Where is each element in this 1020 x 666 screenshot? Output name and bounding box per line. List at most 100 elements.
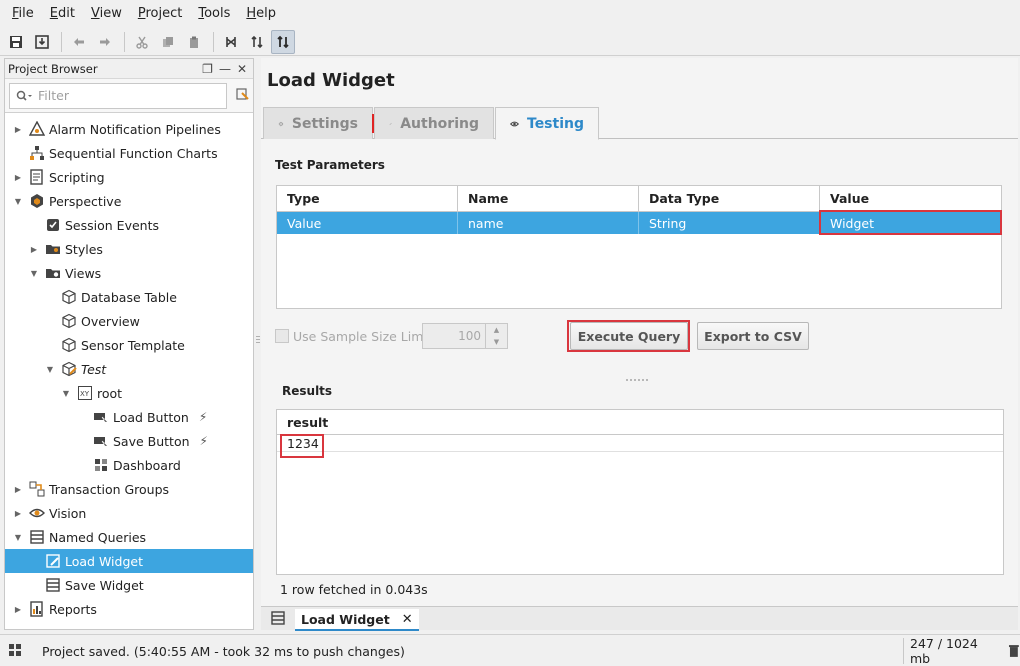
- menu-project[interactable]: Project: [130, 3, 191, 25]
- cut-icon: [136, 36, 148, 49]
- tree-item[interactable]: Save Button ⚡: [5, 429, 253, 453]
- results-row[interactable]: 1234: [277, 435, 1003, 452]
- pencil-icon: [389, 122, 392, 125]
- column-header-data-type[interactable]: Data Type: [639, 186, 820, 211]
- perspective-icon: [29, 193, 45, 209]
- tree-item[interactable]: ▼ Test: [5, 357, 253, 381]
- spinner-down-icon[interactable]: ▼: [494, 338, 499, 346]
- tree-item[interactable]: ▶ Transaction Groups: [5, 477, 253, 501]
- collapse-arrow-icon[interactable]: ▼: [13, 532, 23, 542]
- menu-view[interactable]: View: [83, 3, 130, 25]
- save-icon: [10, 35, 22, 48]
- scripting-icon: [29, 169, 45, 185]
- minimize-icon[interactable]: —: [219, 62, 231, 76]
- save-all-icon: [35, 34, 49, 49]
- tree-item[interactable]: ▶ Alarm Notification Pipelines: [5, 117, 253, 141]
- restore-icon[interactable]: ❐: [202, 62, 213, 76]
- tree-item[interactable]: Session Events: [5, 213, 253, 237]
- cell-data-type[interactable]: String: [639, 212, 820, 234]
- sample-size-spinner[interactable]: 100 ▲ ▼: [422, 323, 508, 349]
- tab-testing[interactable]: Testing: [495, 107, 599, 140]
- cell-name[interactable]: name: [458, 212, 639, 234]
- results-column-header[interactable]: result: [277, 410, 1003, 435]
- filter-input[interactable]: Filter: [9, 82, 227, 109]
- paste-button[interactable]: [182, 30, 206, 54]
- spinner-up-icon[interactable]: ▲: [494, 326, 499, 334]
- tree-item[interactable]: Load Button ⚡: [5, 405, 253, 429]
- grip-icon: [626, 379, 648, 381]
- fetched-status: 1 row fetched in 0.043s: [280, 582, 428, 597]
- tree-item[interactable]: Dashboard: [5, 453, 253, 477]
- named-query-tab-icon: [270, 610, 286, 629]
- grid-menu-button[interactable]: [8, 643, 22, 660]
- paste-icon: [190, 36, 198, 48]
- tree-item-label: Load Button: [113, 409, 189, 425]
- close-icon[interactable]: ✕: [237, 62, 247, 76]
- export-csv-button[interactable]: Export to CSV: [697, 322, 809, 350]
- tree-item[interactable]: ▶ Reports: [5, 597, 253, 621]
- collapse-arrow-icon[interactable]: ▼: [13, 196, 23, 206]
- tree-item-label: Styles: [65, 241, 103, 257]
- column-header-type[interactable]: Type: [277, 186, 458, 211]
- test-parameters-label: Test Parameters: [275, 158, 385, 172]
- menu-help[interactable]: Help: [238, 3, 284, 25]
- tree-item[interactable]: Save Widget: [5, 573, 253, 597]
- tab-authoring[interactable]: Authoring: [374, 107, 494, 139]
- close-tab-icon[interactable]: ✕: [402, 612, 413, 627]
- expand-arrow-icon[interactable]: ▶: [13, 604, 23, 614]
- tree-item[interactable]: ▼ XY root: [5, 381, 253, 405]
- cell-type[interactable]: Value: [277, 212, 458, 234]
- split-grip[interactable]: [626, 371, 650, 381]
- collapse-arrow-icon[interactable]: ▼: [61, 388, 71, 398]
- session-events-icon: [45, 217, 61, 233]
- locate-icon: [236, 88, 249, 100]
- tree-item[interactable]: ▶ Scripting: [5, 165, 253, 189]
- tree-item-label: Perspective: [49, 193, 122, 209]
- view-cube-icon: [61, 337, 77, 353]
- save-button[interactable]: [4, 30, 28, 54]
- save-all-button[interactable]: [30, 30, 54, 54]
- locate-button[interactable]: [235, 87, 249, 104]
- menu-file[interactable]: File: [4, 3, 42, 25]
- undo-button[interactable]: [67, 30, 91, 54]
- view-cube-icon: [61, 289, 77, 305]
- tree-item-label: Reports: [49, 601, 97, 617]
- button-component-icon: [93, 433, 109, 449]
- menu-edit[interactable]: Edit: [42, 3, 83, 25]
- tree-item[interactable]: Sensor Template: [5, 333, 253, 357]
- collapse-arrow-icon[interactable]: ▼: [29, 268, 39, 278]
- tab-settings[interactable]: Settings: [263, 107, 374, 139]
- expand-arrow-icon[interactable]: ▶: [13, 124, 23, 134]
- tree-item-label: Views: [65, 265, 102, 281]
- dashboard-component-icon: [93, 457, 109, 473]
- tool-a-button[interactable]: [219, 30, 243, 54]
- tree-item[interactable]: Load Widget: [5, 549, 253, 573]
- comm-toggle-button[interactable]: [271, 29, 295, 54]
- expand-arrow-icon[interactable]: ▶: [13, 172, 23, 182]
- copy-button[interactable]: [156, 30, 180, 54]
- tree-item[interactable]: Overview: [5, 309, 253, 333]
- tree-item[interactable]: ▶ Vision: [5, 501, 253, 525]
- tool-b-button[interactable]: [245, 30, 269, 54]
- menu-tools[interactable]: Tools: [190, 3, 238, 25]
- expand-arrow-icon[interactable]: ▶: [13, 484, 23, 494]
- collapse-arrow-icon[interactable]: ▼: [45, 364, 55, 374]
- trash-icon[interactable]: [1008, 644, 1020, 658]
- redo-button[interactable]: [93, 30, 117, 54]
- tree-item[interactable]: ▼ Named Queries: [5, 525, 253, 549]
- cut-button[interactable]: [130, 30, 154, 54]
- column-header-value[interactable]: Value: [820, 186, 1001, 211]
- tree-item[interactable]: ▼ Perspective: [5, 189, 253, 213]
- editor-panel: Load Widget Settings Authoring Testing T…: [261, 58, 1018, 631]
- tree-item[interactable]: ▼ Views: [5, 261, 253, 285]
- tree-item[interactable]: Sequential Function Charts: [5, 141, 253, 165]
- sample-size-checkbox[interactable]: [275, 329, 289, 343]
- expand-arrow-icon[interactable]: ▶: [29, 244, 39, 254]
- bottom-tab-load-widget[interactable]: Load Widget ✕: [295, 609, 419, 631]
- expand-arrow-icon[interactable]: ▶: [13, 508, 23, 518]
- column-header-name[interactable]: Name: [458, 186, 639, 211]
- spinner-buttons[interactable]: ▲ ▼: [485, 324, 507, 348]
- tree-item[interactable]: Database Table: [5, 285, 253, 309]
- memory-indicator[interactable]: 247 / 1024 mb: [903, 636, 1020, 666]
- tree-item[interactable]: ▶ Styles: [5, 237, 253, 261]
